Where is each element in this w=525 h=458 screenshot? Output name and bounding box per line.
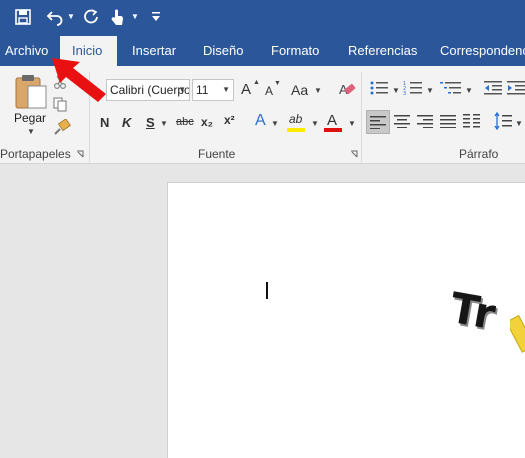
undo-icon[interactable] [46,8,64,26]
font-color-dropdown-icon[interactable]: ▼ [348,119,356,128]
line-spacing-dropdown-icon[interactable]: ▼ [515,119,523,128]
font-color-swatch [324,128,342,132]
increase-indent-icon[interactable] [507,80,525,96]
paste-icon[interactable] [14,74,48,110]
touch-dropdown-icon[interactable]: ▼ [131,12,139,21]
underline-dropdown-icon[interactable]: ▼ [160,119,168,128]
red-arrow-annotation [52,58,106,102]
paragraph-group-label: Párrafo [459,147,499,161]
superscript-button[interactable]: x² [224,113,235,127]
wordart-text: Tr [452,283,500,340]
text-cursor [266,282,268,299]
tab-correspondencia[interactable]: Correspondencia [440,36,525,66]
customize-qat-icon[interactable] [151,11,161,23]
caret-up-icon: ▲ [253,79,260,86]
font-launcher-icon[interactable] [350,150,358,158]
font-group-label: Fuente [198,147,236,161]
clipboard-launcher-icon[interactable] [76,150,84,158]
line-spacing-icon[interactable] [494,112,512,130]
decrease-indent-icon[interactable] [484,80,502,96]
italic-button[interactable]: K [122,115,131,130]
justify-icon[interactable] [440,114,456,128]
change-case-button[interactable]: Aa [291,82,308,98]
save-icon[interactable] [14,8,32,26]
multilevel-dropdown-icon[interactable]: ▼ [465,86,473,95]
pencil-icon [510,314,525,353]
chevron-down-icon: ▼ [178,85,186,94]
caret-down-icon: ▼ [274,80,281,87]
tab-insertar[interactable]: Insertar [132,36,180,66]
align-right-icon[interactable] [417,114,433,128]
numbering-dropdown-icon[interactable]: ▼ [426,86,434,95]
bullets-icon[interactable] [369,80,389,96]
tab-diseno[interactable]: Diseño [203,36,248,66]
numbering-icon[interactable]: 1 2 3 [403,80,423,96]
shrink-font-button[interactable]: A [265,84,273,98]
touch-mode-icon[interactable] [108,7,128,27]
align-center-icon[interactable] [394,114,410,128]
highlight-color-swatch [287,128,305,132]
tab-archivo[interactable]: Archivo [0,36,52,66]
paste-label[interactable]: Pegar [14,111,46,125]
font-size-value: 11 [196,83,209,97]
grow-font-button[interactable]: A [241,81,251,98]
tab-referencias[interactable]: Referencias [348,36,417,66]
align-left-icon [370,116,386,129]
align-left-button[interactable] [366,110,390,134]
title-bar: ▼ ▼ [0,0,525,36]
strikethrough-button[interactable]: abc [176,116,194,128]
case-dropdown-icon[interactable]: ▼ [314,86,322,95]
redo-icon[interactable] [82,8,100,26]
subscript-button[interactable]: x₂ [201,115,213,129]
paste-dropdown-icon[interactable]: ▼ [27,127,35,136]
font-color-button[interactable]: A [327,112,337,129]
wordart-object[interactable]: Tr [452,283,525,358]
bullets-dropdown-icon[interactable]: ▼ [392,86,400,95]
undo-dropdown-icon[interactable]: ▼ [67,12,75,21]
effects-dropdown-icon[interactable]: ▼ [271,119,279,128]
text-effects-button[interactable]: A [255,112,266,130]
columns-icon[interactable] [463,112,481,130]
multilevel-list-icon[interactable] [440,80,462,96]
highlight-dropdown-icon[interactable]: ▼ [311,119,319,128]
clipboard-group-label: Portapapeles [0,147,71,161]
chevron-down-icon: ▼ [222,85,230,94]
font-size-select[interactable]: 11 ▼ [192,79,234,101]
font-family-select[interactable]: Calibri (Cuerpo) ▼ [106,79,190,101]
underline-button[interactable]: S [146,115,155,130]
highlight-button[interactable]: ab [289,112,302,126]
clear-formatting-icon[interactable]: A [338,80,356,98]
svg-text:3: 3 [403,91,406,96]
bold-button[interactable]: N [100,115,109,130]
tab-formato[interactable]: Formato [271,36,323,66]
format-painter-icon[interactable] [53,119,71,135]
group-separator [361,72,362,162]
